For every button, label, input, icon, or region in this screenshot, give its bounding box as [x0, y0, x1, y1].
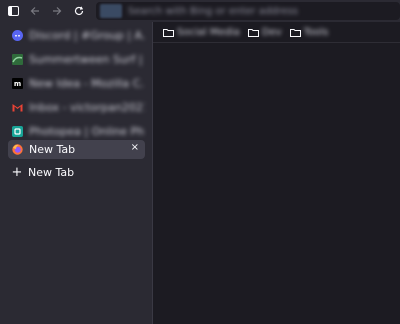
bookmark-label: Social Media [177, 26, 240, 38]
firefox-icon [12, 144, 23, 155]
url-placeholder: Search with Bing or enter address [128, 5, 298, 17]
m-icon: m [12, 78, 23, 89]
folder-icon [247, 28, 259, 37]
folder-icon [289, 28, 301, 37]
tab-title: Discord | #Group | A... [29, 29, 145, 42]
browser-toolbar: Search with Bing or enter address [0, 0, 400, 22]
new-tab-label: New Tab [28, 165, 75, 179]
bookmark-folder[interactable]: Tools [289, 26, 329, 38]
back-arrow-icon[interactable] [26, 2, 44, 20]
bookmark-label: Tools [303, 26, 329, 38]
new-tab-button[interactable]: + New Tab [8, 162, 75, 182]
surf-icon [12, 54, 23, 65]
tab-item[interactable]: m New Idea - Mozilla C... [8, 74, 145, 93]
forward-arrow-icon[interactable] [48, 2, 66, 20]
tab-title: Photopea | Online Ph... [29, 125, 145, 138]
discord-icon [12, 30, 23, 41]
page-content: Social Media Dev Tools [153, 22, 400, 324]
sidebar-icon[interactable] [4, 2, 22, 20]
tab-item[interactable]: Summertween Surf | ... [8, 50, 145, 69]
tab-title: New Tab [29, 143, 76, 156]
tab-item[interactable]: Photopea | Online Ph... [8, 122, 145, 141]
photopea-icon [12, 126, 23, 137]
reload-icon[interactable] [70, 2, 88, 20]
tab-item[interactable]: Inbox - victorpan2021... [8, 98, 145, 117]
bookmark-folder[interactable]: Social Media [163, 27, 240, 38]
tab-item-selected[interactable]: New Tab × [8, 140, 145, 159]
bookmark-label: Dev [261, 26, 282, 38]
gmail-icon [12, 102, 23, 113]
search-engine-icon [100, 4, 122, 18]
folder-icon [163, 28, 174, 37]
url-bar[interactable]: Search with Bing or enter address [96, 2, 400, 20]
close-icon[interactable]: × [131, 142, 139, 153]
tab-title: Summertween Surf | ... [29, 53, 145, 66]
plus-icon: + [11, 164, 23, 180]
tab-title: New Idea - Mozilla C... [29, 77, 145, 90]
tab-title: Inbox - victorpan2021... [29, 101, 145, 114]
vertical-tabs-sidebar: Discord | #Group | A... Summertween Surf… [0, 22, 153, 324]
bookmark-folder[interactable]: Dev [247, 26, 282, 38]
bookmarks-toolbar: Social Media Dev Tools [153, 22, 400, 43]
tab-item[interactable]: Discord | #Group | A... [8, 26, 145, 45]
